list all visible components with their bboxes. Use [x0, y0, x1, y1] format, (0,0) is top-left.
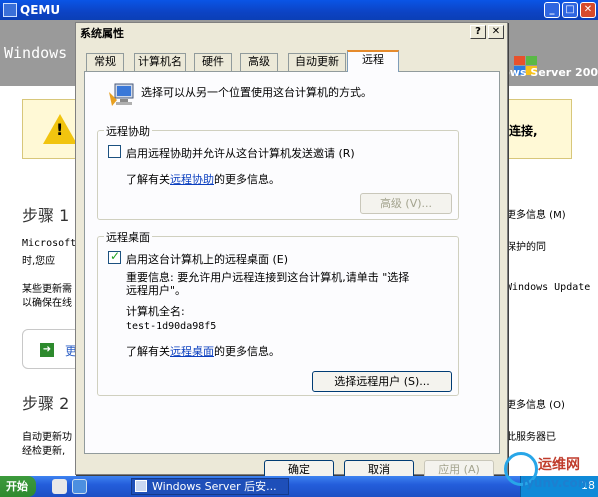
remote-desktop-link[interactable]: 远程桌面 — [170, 345, 214, 358]
dialog-title: 系统属性 — [80, 27, 124, 40]
watermark: 运维网 iyunv.com — [500, 452, 598, 497]
close-icon[interactable]: ✕ — [580, 2, 596, 18]
watermark-line2: iyunv.com — [522, 476, 591, 490]
remote-assistance-group: 远程协助 启用远程协助并允许从这台计算机发送邀请 (R) 了解有关远程协助的更多… — [97, 123, 459, 220]
qemu-title: QEMU — [20, 3, 61, 17]
computer-name-value: test-1d90da98f5 — [126, 321, 217, 332]
step1-heading: 步骤 1 — [22, 206, 70, 225]
computer-name-label: 计算机全名: — [126, 305, 185, 318]
advanced-button[interactable]: 高级 (V)... — [360, 193, 452, 214]
remote-assistance-learn-more: 了解有关远程协助的更多信息。 — [126, 171, 280, 187]
bg-text: Windows Update — [506, 282, 591, 293]
tab-general[interactable]: 常规 — [86, 53, 124, 71]
learn-suffix: 的更多信息。 — [214, 173, 280, 186]
tab-remote[interactable]: 远程 — [347, 50, 399, 72]
remote-assistance-label[interactable]: 启用远程协助并允许从这台计算机发送邀请 (R) — [126, 145, 355, 161]
select-remote-users-button[interactable]: 选择远程用户 (S)... — [312, 371, 452, 392]
remote-desktop-group: 远程桌面 启用这台计算机上的远程桌面 (E) 重要信息: 要允许用户远程连接到这… — [97, 229, 459, 396]
remote-assistance-legend: 远程协助 — [104, 123, 152, 139]
remote-desktop-label[interactable]: 启用这台计算机上的远程桌面 (E) — [126, 251, 288, 267]
remote-desktop-legend: 远程桌面 — [104, 229, 152, 245]
bg-text: Microsoft — [22, 238, 77, 249]
maximize-icon[interactable]: □ — [562, 2, 578, 18]
quicklaunch-ie-icon[interactable] — [52, 479, 67, 494]
arrow-right-icon: ➜ — [40, 343, 54, 357]
remote-desktop-checkbox[interactable] — [108, 249, 121, 264]
bg-text: 以确保在线 — [22, 298, 72, 309]
taskbar-item-label: Windows Server 后安... — [152, 480, 277, 493]
remote-assistance-link[interactable]: 远程协助 — [170, 173, 214, 186]
taskbar-item[interactable]: Windows Server 后安... — [131, 478, 289, 495]
tab-automatic-updates[interactable]: 自动更新 — [288, 53, 346, 71]
bg-text: 经检更新, — [22, 446, 66, 457]
bg-header-text: Windows — [4, 44, 68, 62]
tab-advanced[interactable]: 高级 — [240, 53, 278, 71]
bg-text: 时,您应 — [22, 256, 56, 267]
window-icon — [135, 480, 147, 492]
warning-icon: ! — [43, 114, 77, 144]
bg-action-button[interactable]: ➜ 更 — [22, 329, 82, 369]
learn-prefix: 了解有关 — [126, 173, 170, 186]
important-info-line2: 远程用户"。 — [126, 284, 187, 297]
system-properties-dialog: 系统属性 ? ✕ 常规 计算机名 硬件 高级 自动更新 远程 选择可以从另一个位… — [75, 22, 508, 480]
more-info-2-link[interactable]: 更多信息 (O) — [506, 396, 565, 411]
remote-desktop-learn-more: 了解有关远程桌面的更多信息。 — [126, 343, 280, 359]
qemu-app-icon — [3, 3, 17, 17]
learn-suffix: 的更多信息。 — [214, 345, 280, 358]
quicklaunch-desktop-icon[interactable] — [72, 479, 87, 494]
remote-tab-panel: 选择可以从另一个位置使用这台计算机的方式。 远程协助 启用远程协助并允许从这台计… — [84, 71, 500, 454]
bg-text: 某些更新需 — [22, 284, 72, 295]
tab-hardware[interactable]: 硬件 — [194, 53, 232, 71]
bg-text: 保护的同 — [506, 242, 546, 253]
learn-prefix: 了解有关 — [126, 345, 170, 358]
more-info-1-link[interactable]: 更多信息 (M) — [506, 206, 566, 221]
watermark-line1: 运维网 — [538, 457, 580, 473]
remote-computer-icon — [109, 83, 134, 106]
start-button[interactable]: 开始 — [0, 476, 36, 497]
warning-text: 连接, — [509, 124, 538, 138]
minimize-icon[interactable]: _ — [544, 2, 560, 18]
step2-heading: 步骤 2 — [22, 394, 70, 413]
close-icon[interactable]: ✕ — [488, 25, 504, 39]
qemu-titlebar: QEMU _ □ ✕ — [0, 0, 598, 20]
tab-computer-name[interactable]: 计算机名 — [134, 53, 186, 71]
dialog-titlebar[interactable]: 系统属性 ? ✕ — [76, 23, 507, 41]
remote-assistance-checkbox[interactable] — [108, 145, 121, 158]
bg-text: 此服务器已 — [506, 432, 556, 443]
bg-text: 自动更新功 — [22, 432, 72, 443]
intro-text: 选择可以从另一个位置使用这台计算机的方式。 — [141, 86, 372, 99]
help-icon[interactable]: ? — [470, 25, 486, 39]
